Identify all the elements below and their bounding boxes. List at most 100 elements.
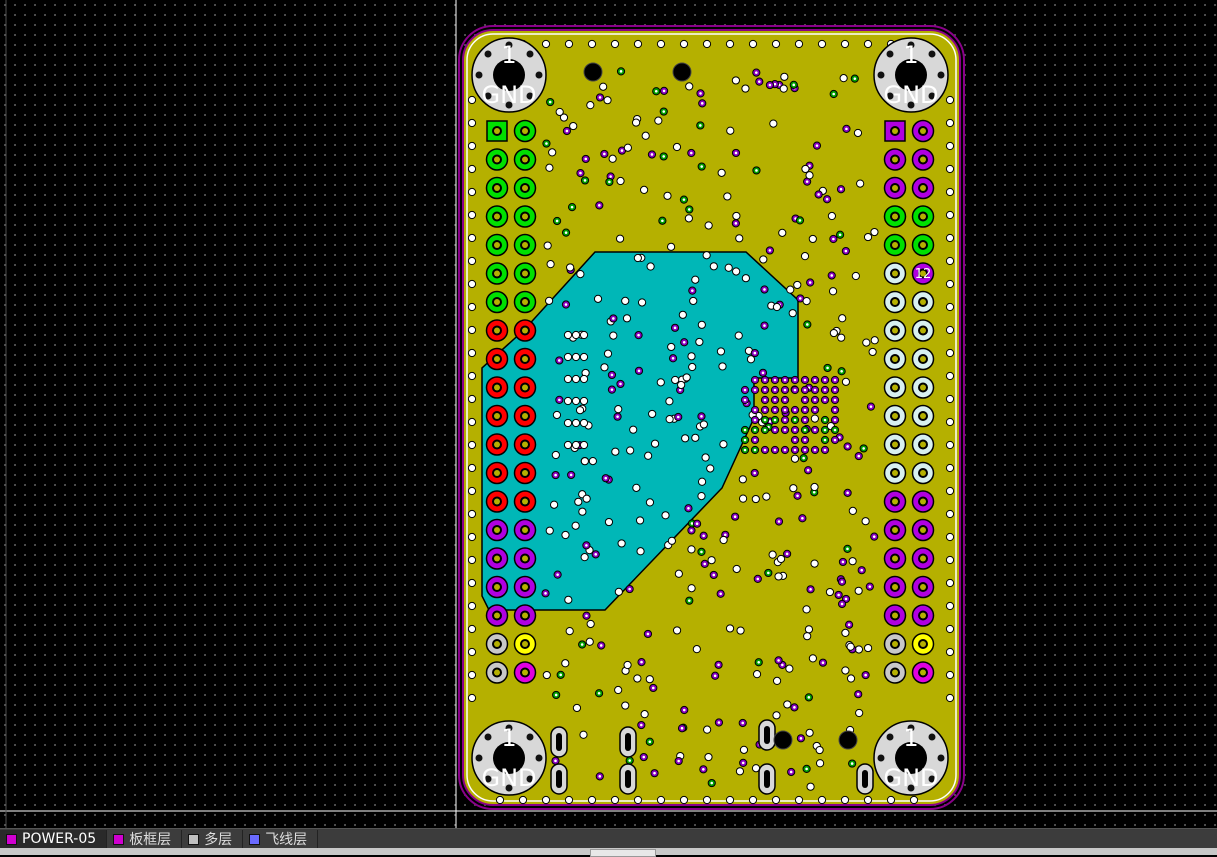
via-hole	[793, 388, 797, 392]
via-hole	[798, 297, 802, 300]
pin-hole	[892, 669, 898, 676]
via-hole	[589, 622, 592, 626]
pin-hole	[892, 641, 898, 647]
via-hole	[833, 378, 837, 382]
via-hole	[831, 289, 835, 293]
via-hole	[773, 448, 777, 452]
via-hole	[653, 771, 656, 775]
via-hole	[707, 755, 710, 759]
via-hole	[470, 282, 474, 286]
scrollbar-thumb[interactable]	[590, 849, 656, 857]
via-hole	[813, 485, 816, 489]
pin-hole	[494, 527, 500, 533]
via-hole	[606, 352, 610, 355]
pcb-canvas[interactable]: 12 1 GND 1 GND 1 GND 1 GND	[0, 0, 1217, 828]
via-hole	[700, 480, 704, 484]
pin-hole	[494, 128, 500, 134]
via-hole	[747, 349, 751, 353]
via-hole	[844, 380, 848, 384]
via-hole	[719, 350, 723, 353]
via-hole	[783, 428, 787, 432]
layer-tab-power-05[interactable]: POWER-05	[0, 829, 108, 849]
layer-tab-board-frame[interactable]: 板框层	[107, 829, 183, 849]
via-hole	[808, 281, 812, 284]
via-hole	[588, 548, 591, 552]
via-hole	[820, 798, 824, 802]
via-hole	[554, 693, 558, 697]
via-hole	[864, 673, 867, 677]
via-hole	[777, 520, 781, 523]
via-hole	[470, 121, 474, 125]
via-hole	[838, 233, 842, 237]
via-hole	[948, 558, 952, 562]
via-hole	[631, 428, 635, 431]
pin-hole	[892, 584, 898, 590]
via-hole	[795, 283, 799, 287]
mount-hole-number: 1	[501, 41, 516, 69]
via-hole	[564, 533, 567, 537]
pin-hole	[494, 498, 500, 505]
via-hole	[565, 129, 569, 133]
pin-hole	[892, 299, 898, 305]
via-hole	[589, 103, 592, 107]
via-hole	[767, 571, 770, 575]
via-hole	[763, 388, 767, 392]
via-hole	[872, 535, 876, 538]
via-hole	[582, 333, 586, 337]
via-hole	[755, 169, 758, 172]
via-hole	[773, 418, 777, 422]
pin-hole	[892, 128, 898, 134]
via-hole	[840, 602, 844, 606]
via-hole	[700, 102, 704, 105]
via-hole	[545, 673, 549, 677]
via-hole	[773, 398, 777, 402]
slot-drill	[764, 770, 770, 788]
via-hole	[470, 305, 474, 309]
layer-tab-ratsnest[interactable]: 飞线层	[243, 829, 319, 849]
via-hole	[628, 587, 631, 591]
layer-tab-multilayer[interactable]: 多层	[182, 829, 244, 849]
via-hole	[757, 80, 761, 83]
via-hole	[948, 627, 952, 631]
via-hole	[755, 672, 759, 676]
via-hole	[640, 723, 643, 727]
via-hole	[623, 299, 627, 303]
via-hole	[653, 442, 657, 446]
via-hole	[582, 399, 586, 403]
via-hole	[807, 696, 811, 699]
via-hole	[830, 274, 834, 277]
mount-hole-via	[535, 71, 543, 79]
via-hole	[582, 443, 586, 447]
via-hole	[569, 473, 573, 477]
via-hole	[851, 509, 855, 513]
via-hole	[578, 408, 582, 412]
via-hole	[818, 761, 822, 765]
via-hole	[775, 305, 779, 309]
via-hole	[783, 398, 787, 402]
pin-hole	[892, 413, 898, 419]
layer-tab-label: POWER-05	[22, 831, 97, 847]
via-hole	[470, 627, 474, 631]
via-hole	[712, 264, 716, 268]
mount-hole-via	[886, 733, 894, 741]
layer-color-swatch	[249, 833, 261, 845]
via-hole	[574, 443, 578, 447]
via-hole	[743, 438, 747, 442]
via-hole	[693, 278, 697, 282]
via-hole	[702, 534, 705, 538]
pin-hole	[522, 213, 528, 220]
layer-tab-bar: POWER-05 板框层 多层 飞线层	[0, 828, 1217, 849]
via-hole	[558, 110, 561, 114]
via-hole	[763, 378, 767, 382]
pcb-board-view[interactable]: 12 1 GND 1 GND 1 GND 1 GND	[0, 0, 1217, 828]
via-hole	[797, 42, 801, 46]
via-hole	[805, 299, 808, 303]
via-hole	[833, 438, 837, 442]
pin-hole	[920, 641, 926, 647]
via-hole	[738, 769, 742, 773]
pin-hole	[920, 327, 926, 334]
via-hole	[626, 663, 629, 667]
via-hole	[620, 542, 623, 545]
via-hole	[912, 798, 916, 802]
slot-drill	[625, 733, 631, 751]
